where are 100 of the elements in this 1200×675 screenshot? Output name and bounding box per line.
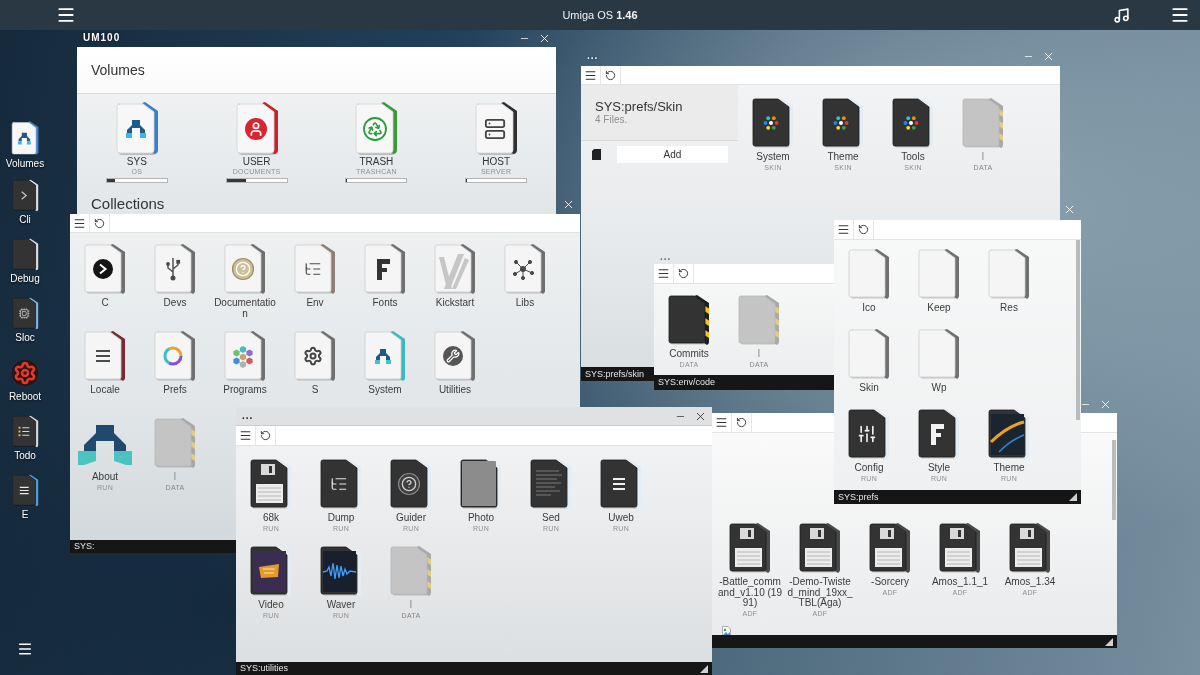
icon-label: Libs: [514, 298, 536, 309]
icon-label: About: [90, 472, 120, 483]
menu-icon[interactable]: [837, 223, 850, 236]
tree-document-icon[interactable]: [319, 458, 363, 510]
blank-document-icon[interactable]: [847, 328, 891, 380]
refresh-icon[interactable]: [94, 217, 105, 229]
volume-label: TRASH: [359, 156, 394, 167]
dock-label: Volumes: [5, 158, 45, 170]
menu-icon[interactable]: [657, 267, 670, 280]
blank-document-icon[interactable]: [917, 248, 961, 300]
menu-icon[interactable]: [239, 429, 252, 442]
striped-document-icon[interactable]: [433, 243, 477, 295]
checklist-document-icon[interactable]: [10, 415, 40, 448]
path-label: SYS:prefs: [838, 491, 879, 503]
usb-document-icon[interactable]: [153, 243, 197, 295]
floppy-disk-icon[interactable]: [938, 522, 982, 574]
icon-label: -Battle_command_v1.10 (1991): [717, 577, 783, 609]
chip-document-icon[interactable]: [10, 297, 40, 330]
photo-document-icon[interactable]: [459, 458, 503, 510]
terminal-document-icon[interactable]: [83, 243, 127, 295]
path-label: SYS:: [74, 541, 95, 552]
hexagons-document-icon[interactable]: [223, 330, 267, 382]
hazard-stripe-document-icon[interactable]: [667, 294, 711, 346]
arc-document-icon[interactable]: [987, 408, 1031, 460]
icon-label: Utilities: [437, 385, 473, 396]
icon-label: Locale: [89, 385, 121, 396]
icon-label: Waver: [325, 600, 357, 611]
file-count: 4 Files.: [595, 114, 629, 126]
icon-label: Commits: [668, 349, 710, 360]
question-document-icon[interactable]: [389, 458, 433, 510]
icon-label: Dump: [326, 513, 356, 524]
blank-document-icon[interactable]: [917, 328, 961, 380]
icon-label: S: [310, 385, 320, 396]
list-document-icon[interactable]: [83, 330, 127, 382]
icon-label: 68k: [261, 513, 281, 524]
scrollbar-thumb[interactable]: [1112, 440, 1116, 520]
dock-label: Reboot: [8, 391, 42, 403]
floppy-disk-icon[interactable]: [728, 522, 772, 574]
dock-label: Sloc: [15, 332, 35, 344]
resize-grip-icon[interactable]: [700, 664, 708, 673]
floppy-disk-icon[interactable]: [798, 522, 842, 574]
icon-label: Res: [999, 303, 1019, 314]
menu-icon[interactable]: [56, 5, 76, 25]
scrollbar-thumb[interactable]: [1076, 240, 1080, 420]
dots-document-icon[interactable]: [891, 97, 935, 149]
font-document-icon[interactable]: [363, 243, 407, 295]
icon-label: Style: [926, 463, 952, 474]
icon-label: Guider: [395, 513, 427, 524]
menu-icon[interactable]: [584, 68, 597, 82]
lines-document-icon[interactable]: [599, 458, 643, 510]
menu-icon[interactable]: [17, 641, 33, 657]
list-document-icon[interactable]: [10, 474, 40, 507]
prompt-document-icon[interactable]: [10, 179, 40, 212]
film-document-icon[interactable]: [249, 545, 293, 597]
dock-label: Todo: [14, 450, 36, 462]
add-button[interactable]: Add: [617, 146, 728, 163]
gear-document-icon[interactable]: [293, 330, 337, 382]
dock-label: Debug: [10, 273, 40, 285]
icon-label: Uweb: [607, 513, 635, 524]
font-document-icon[interactable]: [917, 408, 961, 460]
icon-label: Keep: [926, 303, 952, 314]
menu-icon[interactable]: [73, 216, 86, 230]
ring-document-icon[interactable]: [153, 330, 197, 382]
menu-icon[interactable]: [715, 416, 728, 429]
sliders-document-icon[interactable]: [847, 408, 891, 460]
section-heading: Volumes: [90, 61, 146, 80]
blank-document-icon[interactable]: [847, 248, 891, 300]
tools-document-icon[interactable]: [433, 330, 477, 382]
refresh-icon[interactable]: [678, 268, 689, 279]
music-note-icon[interactable]: [1113, 6, 1130, 24]
menu-icon[interactable]: [1170, 5, 1190, 25]
waveform-document-icon[interactable]: [319, 545, 363, 597]
blank-document-icon[interactable]: [987, 248, 1031, 300]
icon-label: Tools: [900, 152, 926, 163]
close-icon[interactable]: [562, 198, 575, 211]
refresh-icon[interactable]: [736, 417, 747, 428]
arch-document-icon[interactable]: [363, 330, 407, 382]
dots-document-icon[interactable]: [751, 97, 795, 149]
network-document-icon[interactable]: [503, 243, 547, 295]
floppy-disk-icon[interactable]: [1008, 522, 1052, 574]
os-title: Umiga OS 1.46: [562, 9, 638, 21]
icon-label: Devs: [162, 298, 188, 309]
refresh-icon[interactable]: [858, 224, 869, 235]
volume-label: HOST: [482, 156, 510, 167]
window-title: ...: [587, 50, 599, 62]
floppy-document-icon[interactable]: [249, 458, 293, 510]
dark-document-icon[interactable]: [10, 238, 40, 271]
icon-label: Prefs: [162, 385, 188, 396]
volume-label: USER: [242, 156, 271, 167]
dots-document-icon[interactable]: [821, 97, 865, 149]
icon-label: Programs: [222, 385, 268, 396]
refresh-icon[interactable]: [260, 430, 271, 441]
resize-grip-icon[interactable]: [1105, 637, 1113, 646]
icon-label: Config: [853, 463, 885, 474]
icon-label: Kickstart: [434, 298, 476, 309]
resize-grip-icon[interactable]: [1069, 493, 1077, 501]
floppy-disk-icon[interactable]: [868, 522, 912, 574]
volume-label: SYS: [126, 156, 147, 167]
refresh-icon[interactable]: [605, 69, 616, 81]
text-document-icon[interactable]: [529, 458, 573, 510]
